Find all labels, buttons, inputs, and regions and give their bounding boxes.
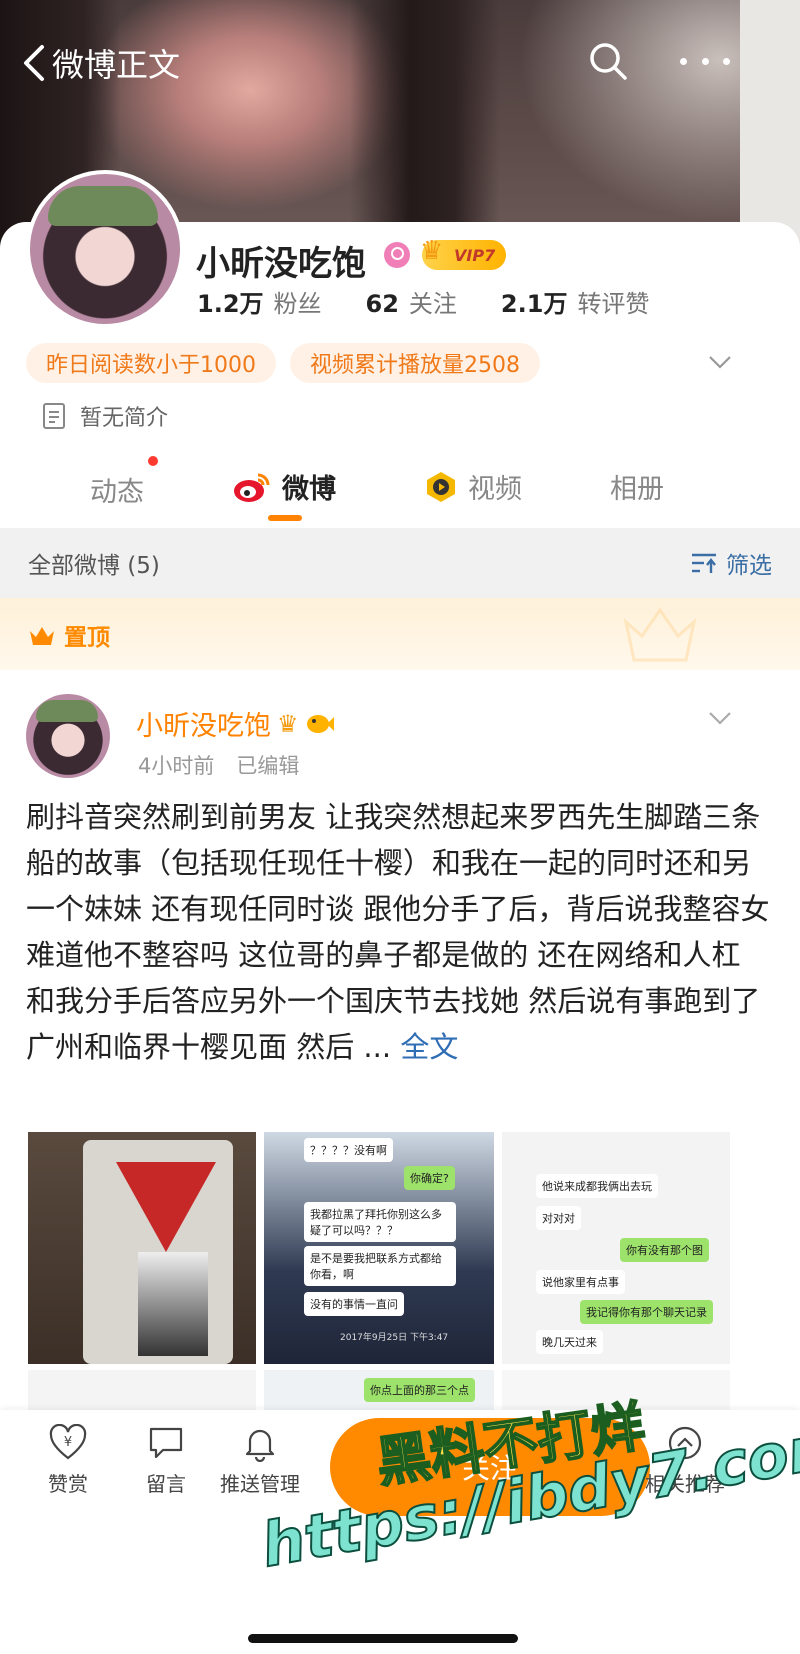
chat-bubble: 你有没有那个图: [620, 1238, 709, 1262]
filter-bar: 全部微博 (5) 筛选: [0, 528, 800, 598]
tab-label: 动态: [90, 477, 144, 508]
stat-interactions[interactable]: 2.1万 转评赞: [501, 284, 650, 319]
stat-label: 转评赞: [577, 290, 650, 318]
back-button[interactable]: 微博正文: [22, 40, 180, 86]
comment-button[interactable]: 留言: [146, 1424, 186, 1497]
cover-hair-right: [350, 0, 500, 250]
search-icon: [590, 43, 627, 80]
post-text: 刷抖音突然刷到前男友 让我突然想起来罗西先生脚踏三条船的故事（包括现任现任十樱）…: [26, 800, 770, 1064]
post-time: 4小时前: [138, 754, 215, 778]
pufferfish-badge-icon: [306, 714, 334, 733]
chat-bubble: 我记得你有那个聊天记录: [580, 1300, 713, 1324]
tab-weibo[interactable]: 微博: [232, 467, 336, 506]
tab-label: 微博: [282, 474, 336, 505]
tag-reads[interactable]: 昨日阅读数小于1000: [26, 343, 276, 383]
bell-icon: [245, 1429, 275, 1462]
stat-followers[interactable]: 1.2万 粉丝: [197, 284, 322, 319]
crown-badge-icon: ♛: [277, 709, 299, 738]
chevron-down-icon[interactable]: [708, 708, 732, 728]
pinned-banner: 置顶: [0, 598, 800, 670]
chat-timestamp: 2017年9月25日 下午3:47: [340, 1333, 449, 1343]
cover-note-paper: [740, 0, 800, 250]
pinned-text: 置顶: [64, 625, 110, 651]
more-dot-icon: [723, 57, 730, 65]
profile-tags: 昨日阅读数小于1000 视频累计播放量2508: [26, 343, 540, 383]
search-button[interactable]: [587, 40, 629, 82]
stat-value: 62: [365, 290, 399, 318]
active-tab-indicator: [268, 515, 302, 521]
crown-decoration-icon: [623, 607, 697, 662]
push-settings-button[interactable]: 推送管理: [220, 1424, 300, 1497]
post-edited-label[interactable]: 已编辑: [236, 754, 299, 778]
stat-label: 粉丝: [273, 290, 322, 318]
post-author-avatar[interactable]: [26, 694, 110, 778]
post-body: 刷抖音突然刷到前男友 让我突然想起来罗西先生脚踏三条船的故事（包括现任现任十樱）…: [26, 794, 776, 1070]
more-dot-icon: [701, 57, 709, 65]
comment-label: 留言: [146, 1472, 186, 1496]
stat-following[interactable]: 62 关注: [366, 284, 457, 319]
chat-bubble: 是不是要我把联系方式都给你看，啊: [304, 1246, 456, 1286]
filter-label: 筛选: [726, 553, 772, 579]
notification-dot: [148, 456, 158, 466]
more-options-button[interactable]: [680, 40, 730, 82]
filter-button[interactable]: 筛选: [690, 546, 772, 580]
tab-label: 相册: [610, 474, 664, 505]
tab-activity[interactable]: 动态: [90, 470, 144, 509]
chat-bubble: 晚几天过来: [536, 1330, 603, 1354]
chat-bubble: 他说来成都我俩出去玩: [536, 1174, 658, 1198]
tag-video-plays[interactable]: 视频累计播放量2508: [290, 343, 540, 383]
reward-label: 赞赏: [48, 1472, 88, 1496]
post-image-1[interactable]: [28, 1132, 256, 1364]
tab-video[interactable]: 视频: [424, 467, 522, 506]
stat-label: 关注: [408, 290, 457, 318]
chat-bubble: 对对对: [536, 1206, 581, 1230]
post-image-3[interactable]: 他说来成都我俩出去玩 对对对 你有没有那个图 说他家里有点事 我记得你有那个聊天…: [502, 1132, 730, 1364]
post-image-4[interactable]: [28, 1370, 256, 1410]
tab-album[interactable]: 相册: [610, 467, 664, 506]
profile-stats: 1.2万 粉丝 62 关注 2.1万 转评赞: [197, 284, 693, 319]
female-gender-icon: [384, 242, 410, 268]
reward-button[interactable]: ¥ 赞赏: [48, 1424, 88, 1497]
chat-bubble: 没有的事情一直问: [304, 1292, 404, 1316]
comment-icon: [149, 1427, 183, 1459]
post-author[interactable]: 小昕没吃饱 ♛: [136, 704, 335, 743]
video-icon: [427, 471, 455, 502]
chat-bubble: ？？？？没有啊: [304, 1138, 393, 1162]
chat-bubble: 你确定?: [404, 1166, 455, 1190]
crown-icon: [30, 627, 54, 645]
home-indicator: [248, 1634, 518, 1643]
post-image-5[interactable]: 你点上面的那三个点: [264, 1370, 494, 1410]
stat-value: 2.1万: [500, 290, 568, 318]
more-dot-icon: [680, 57, 687, 65]
heart-yen-icon: ¥: [49, 1424, 87, 1460]
document-icon: [43, 403, 65, 429]
couple-photo: [138, 1252, 208, 1356]
push-settings-label: 推送管理: [220, 1472, 300, 1496]
intro-text: 暂无简介: [80, 406, 169, 431]
chevron-left-icon: [24, 45, 44, 81]
profile-tabs: 动态: [0, 460, 800, 528]
profile-avatar[interactable]: [26, 170, 184, 328]
chat-bubble: 说他家里有点事: [536, 1270, 625, 1294]
stat-value: 1.2万: [197, 290, 264, 318]
nav-title: 微博正文: [52, 46, 181, 84]
chat-bubble: 我都拉黑了拜托你别这么多疑了可以吗？？？: [304, 1202, 456, 1242]
filter-icon: [692, 553, 716, 573]
profile-name: 小昕没吃饱: [196, 244, 366, 284]
post-author-name: 小昕没吃饱: [136, 711, 271, 742]
weibo-logo-icon: [234, 473, 270, 502]
tab-label: 视频: [468, 474, 522, 505]
chevron-down-icon[interactable]: [708, 352, 732, 372]
read-more-link[interactable]: 全文: [400, 1030, 458, 1064]
profile-intro: 暂无简介: [42, 400, 168, 432]
pinned-label: 置顶: [28, 618, 110, 652]
svg-text:¥: ¥: [64, 1435, 72, 1450]
crown-icon: ♛: [420, 236, 444, 266]
post-meta: 4小时前 已编辑: [138, 750, 299, 780]
chat-bubble: 你点上面的那三个点: [364, 1378, 475, 1402]
post-count: 全部微博 (5): [28, 553, 160, 579]
post-image-2[interactable]: ？？？？没有啊 你确定? 我都拉黑了拜托你别这么多疑了可以吗？？？ 是不是要我把…: [264, 1132, 494, 1364]
